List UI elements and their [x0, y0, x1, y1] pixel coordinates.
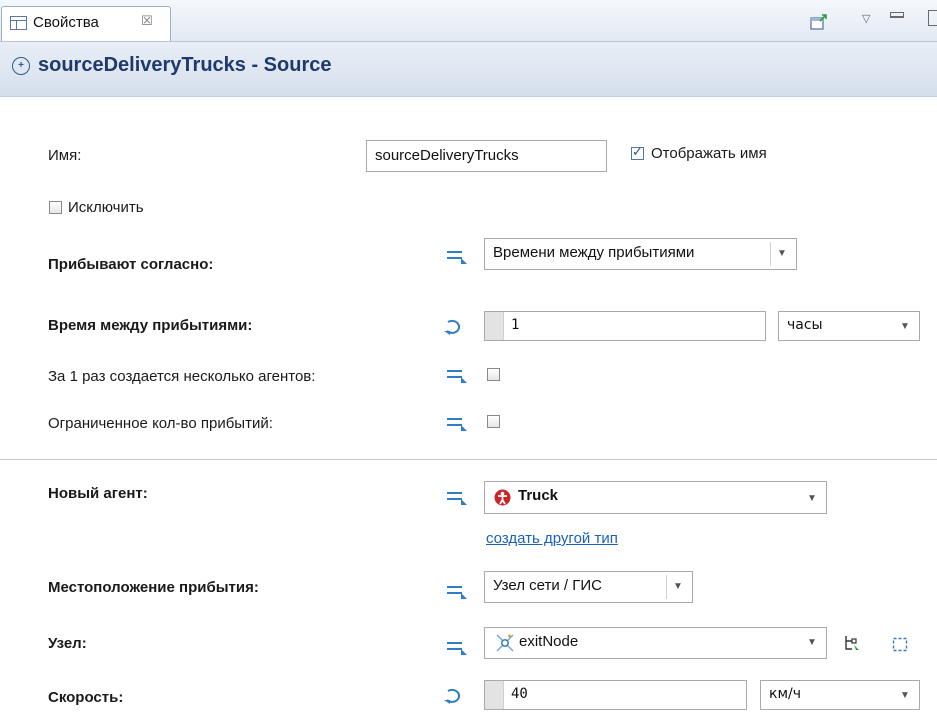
- agent-type-icon: [494, 489, 511, 506]
- interarrival-value: 1: [511, 317, 520, 333]
- speed-value: 40: [511, 686, 528, 702]
- chevron-down-icon: ▼: [807, 493, 817, 504]
- static-value-icon[interactable]: [447, 415, 469, 431]
- new-agent-label: Новый агент:: [48, 485, 148, 502]
- create-type-link[interactable]: создать другой тип: [486, 530, 618, 547]
- static-value-icon[interactable]: [447, 583, 469, 599]
- arrival-location-select[interactable]: Узел сети / ГИС ▼: [484, 571, 693, 603]
- static-value-icon[interactable]: [447, 248, 469, 264]
- limited-arrivals-checkbox[interactable]: [487, 415, 500, 428]
- interarrival-unit-value: часы: [787, 317, 823, 333]
- close-icon[interactable]: ☒: [141, 13, 153, 29]
- arrival-location-label: Местоположение прибытия:: [48, 579, 259, 596]
- code-gutter: [485, 312, 504, 340]
- exclude-label: Исключить: [68, 199, 144, 216]
- interarrival-unit-select[interactable]: часы ▼: [778, 311, 920, 341]
- chevron-down-icon: ▼: [900, 321, 910, 332]
- maximize-icon[interactable]: [928, 10, 937, 26]
- speed-input[interactable]: 40: [484, 680, 747, 710]
- show-name-checkbox[interactable]: [631, 144, 644, 160]
- view-menu-icon[interactable]: ▽: [862, 12, 870, 25]
- node-label: Узел:: [48, 635, 87, 652]
- limited-arrivals-label: Ограниченное кол-во прибытий:: [48, 415, 273, 432]
- section-divider: [0, 459, 937, 460]
- chevron-down-icon: ▼: [900, 690, 910, 701]
- chevron-down-icon: ▼: [666, 575, 689, 599]
- network-node-icon: [496, 634, 514, 652]
- marquee-select-icon[interactable]: [892, 637, 908, 652]
- properties-table-icon: [10, 16, 27, 30]
- page-title: sourceDeliveryTrucks - Source: [38, 54, 332, 76]
- minimize-icon[interactable]: [890, 12, 904, 18]
- chevron-down-icon: ▼: [770, 242, 793, 266]
- node-select[interactable]: exitNode ▼: [484, 627, 827, 659]
- arrivals-select-value: Времени между прибытиями: [493, 244, 695, 261]
- static-value-icon[interactable]: [447, 367, 469, 383]
- exclude-checkbox[interactable]: [49, 201, 62, 214]
- node-value: exitNode: [519, 633, 579, 650]
- chevron-down-icon: ▼: [807, 637, 817, 648]
- new-agent-value: Truck: [518, 487, 559, 504]
- dynamic-value-icon[interactable]: [443, 687, 463, 705]
- name-label: Имя:: [48, 147, 82, 164]
- new-agent-select[interactable]: Truck ▼: [484, 481, 827, 514]
- show-name-label: Отображать имя: [651, 145, 767, 162]
- tab-properties-label: Свойства: [33, 14, 99, 31]
- speed-unit-select[interactable]: км/ч ▼: [760, 680, 920, 710]
- static-value-icon[interactable]: [447, 489, 469, 505]
- source-block-icon: +: [12, 57, 30, 75]
- interarrival-label: Время между прибытиями:: [48, 317, 253, 334]
- arrivals-select[interactable]: Времени между прибытиями ▼: [484, 238, 797, 270]
- multiple-agents-label: За 1 раз создается несколько агентов:: [48, 368, 316, 385]
- name-input[interactable]: sourceDeliveryTrucks: [366, 140, 607, 172]
- code-gutter: [485, 681, 504, 709]
- new-view-icon[interactable]: [810, 14, 828, 30]
- select-on-map-icon[interactable]: [843, 634, 861, 652]
- speed-label: Скорость:: [48, 689, 124, 706]
- arrival-location-value: Узел сети / ГИС: [493, 577, 602, 594]
- speed-unit-value: км/ч: [769, 686, 802, 702]
- tab-properties[interactable]: Свойства ☒: [1, 6, 171, 41]
- multiple-agents-checkbox[interactable]: [487, 368, 500, 381]
- arrivals-label: Прибывают согласно:: [48, 256, 214, 273]
- dynamic-value-icon[interactable]: [443, 318, 463, 336]
- interarrival-input[interactable]: 1: [484, 311, 766, 341]
- static-value-icon[interactable]: [447, 639, 469, 655]
